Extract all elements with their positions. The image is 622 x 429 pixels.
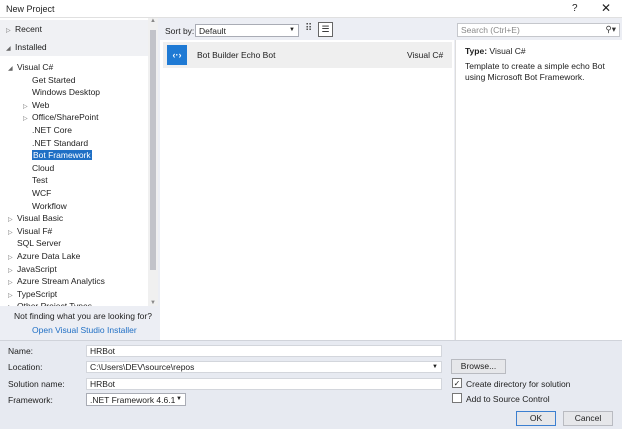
close-button[interactable]: ✕: [601, 1, 611, 15]
framework-value: .NET Framework 4.6.1: [90, 395, 176, 405]
template-language: Visual C#: [407, 50, 444, 60]
name-input[interactable]: HRBot: [86, 345, 442, 357]
create-directory-checkbox[interactable]: ✓: [452, 378, 462, 388]
collapse-icon[interactable]: ◢: [8, 63, 17, 75]
ok-button[interactable]: OK: [516, 411, 556, 426]
framework-label: Framework:: [8, 395, 53, 405]
tree-item-label: Visual C#: [17, 62, 54, 72]
details-panel: Type: Visual C# Template to create a sim…: [455, 40, 622, 340]
tree-item[interactable]: Bot Framework: [23, 149, 92, 161]
template-tree: ▷ Recent ◢ Installed ◢ Visual C# Get Started…: [0, 18, 158, 311]
tree-item-label: WCF: [32, 188, 52, 198]
tree-installed[interactable]: ◢ Installed: [0, 38, 148, 56]
not-finding-panel: Not finding what you are looking for? Op…: [0, 306, 158, 340]
sort-label: Sort by:: [165, 26, 195, 36]
cancel-button[interactable]: Cancel: [563, 411, 613, 426]
template-item[interactable]: Bot Builder Echo Bot Visual C#: [163, 42, 452, 68]
tree-item[interactable]: Workflow: [23, 200, 67, 212]
tree-item[interactable]: Windows Desktop: [23, 86, 100, 98]
tree-installed-label: Installed: [15, 42, 47, 52]
tree-item-label: TypeScript: [17, 288, 58, 299]
open-installer-link[interactable]: Open Visual Studio Installer: [32, 325, 137, 335]
tree-item[interactable]: .NET Standard: [23, 137, 88, 149]
type-value: Visual C#: [489, 46, 526, 56]
tree-item-label: Windows Desktop: [32, 87, 101, 98]
tree-item[interactable]: Test: [23, 174, 48, 186]
chevron-down-icon: ▼: [289, 27, 295, 33]
framework-dropdown[interactable]: .NET Framework 4.6.1 ▼: [86, 393, 186, 406]
tree-item-label: SQL Server: [17, 238, 62, 249]
tree-recent-label: Recent: [15, 24, 42, 34]
tree-item-label: Bot Framework: [32, 150, 92, 161]
tree-item[interactable]: ▷ Visual F#: [8, 225, 52, 237]
solution-label: Solution name:: [8, 379, 65, 389]
search-input[interactable]: Search (Ctrl+E) ⚲▾: [457, 23, 620, 37]
tree-item[interactable]: SQL Server: [8, 237, 61, 249]
scroll-up-icon[interactable]: ▲: [148, 18, 158, 24]
template-name: Bot Builder Echo Bot: [197, 50, 276, 60]
help-button[interactable]: ?: [572, 3, 578, 14]
bot-template-icon: ‹·›: [167, 45, 187, 65]
tree-item-label: Office/SharePoint: [32, 112, 99, 123]
scrollbar-thumb[interactable]: [150, 30, 156, 270]
tree-item[interactable]: ▷ TypeScript: [8, 288, 57, 300]
chevron-down-icon: ▼: [176, 396, 182, 402]
create-directory-label: Create directory for solution: [466, 379, 571, 389]
search-placeholder: Search (Ctrl+E): [461, 25, 520, 35]
source-control-checkbox[interactable]: [452, 393, 462, 403]
tree-item-label: Cloud: [32, 162, 55, 173]
location-label: Location:: [8, 362, 43, 372]
tree-item-label: Azure Stream Analytics: [17, 276, 105, 287]
tree-item[interactable]: ▷ Azure Stream Analytics: [8, 275, 105, 287]
tree-item[interactable]: ▷ JavaScript: [8, 263, 57, 275]
tree-item-label: Visual F#: [17, 225, 53, 236]
title-bar: [0, 0, 622, 18]
template-description: Template to create a simple echo Bot usi…: [465, 61, 605, 82]
tree-item-label: .NET Core: [32, 125, 72, 135]
tree-item-label: Test: [32, 175, 48, 186]
type-label: Type:: [465, 46, 488, 56]
tree-item-label: Get Started: [32, 74, 76, 85]
tree-item[interactable]: Cloud: [23, 162, 54, 174]
tree-item[interactable]: Get Started: [23, 74, 75, 86]
window-title: New Project: [6, 4, 55, 14]
tree-item-label: JavaScript: [17, 263, 57, 274]
tree-item[interactable]: ◢ Visual C#: [8, 61, 53, 73]
list-view-icon[interactable]: ☰: [318, 22, 333, 37]
tree-item-label: Web: [32, 99, 50, 110]
tree-item[interactable]: ▷ Azure Data Lake: [8, 250, 80, 262]
expand-icon: ▷: [6, 28, 11, 34]
chevron-down-icon[interactable]: ▼: [432, 362, 438, 373]
tree-item-label: .NET Standard: [32, 137, 89, 148]
tree-item-label: Azure Data Lake: [17, 251, 81, 261]
not-finding-text: Not finding what you are looking for?: [14, 311, 152, 321]
tree-item[interactable]: ▷ Visual Basic: [8, 212, 63, 224]
small-icons-view-icon[interactable]: ⠿: [305, 23, 312, 34]
tree-item-label: Visual Basic: [17, 213, 64, 224]
sort-dropdown[interactable]: Default ▼: [195, 24, 299, 37]
sort-value: Default: [199, 26, 226, 36]
location-input[interactable]: C:\Users\DEV\source\repos ▼: [86, 361, 442, 373]
tree-item[interactable]: WCF: [23, 187, 51, 199]
search-icon[interactable]: ⚲▾: [606, 24, 617, 35]
name-label: Name:: [8, 346, 34, 356]
location-value: C:\Users\DEV\source\repos: [90, 362, 195, 372]
browse-button[interactable]: Browse...: [451, 359, 506, 374]
project-form: Name: HRBot Location: C:\Users\DEV\sourc…: [0, 340, 622, 429]
collapse-icon: ◢: [6, 46, 11, 52]
tree-item[interactable]: .NET Core: [23, 124, 72, 136]
tree-item[interactable]: ▷ Web: [23, 99, 49, 111]
list-toolbar: Sort by: Default ▼ ⠿ ☰: [160, 18, 454, 40]
tree-item-label: Workflow: [32, 200, 67, 211]
tree-recent[interactable]: ▷ Recent: [0, 20, 148, 38]
source-control-label: Add to Source Control: [466, 394, 550, 404]
solution-input[interactable]: HRBot: [86, 378, 442, 390]
tree-item[interactable]: ▷ Office/SharePoint: [23, 111, 98, 123]
